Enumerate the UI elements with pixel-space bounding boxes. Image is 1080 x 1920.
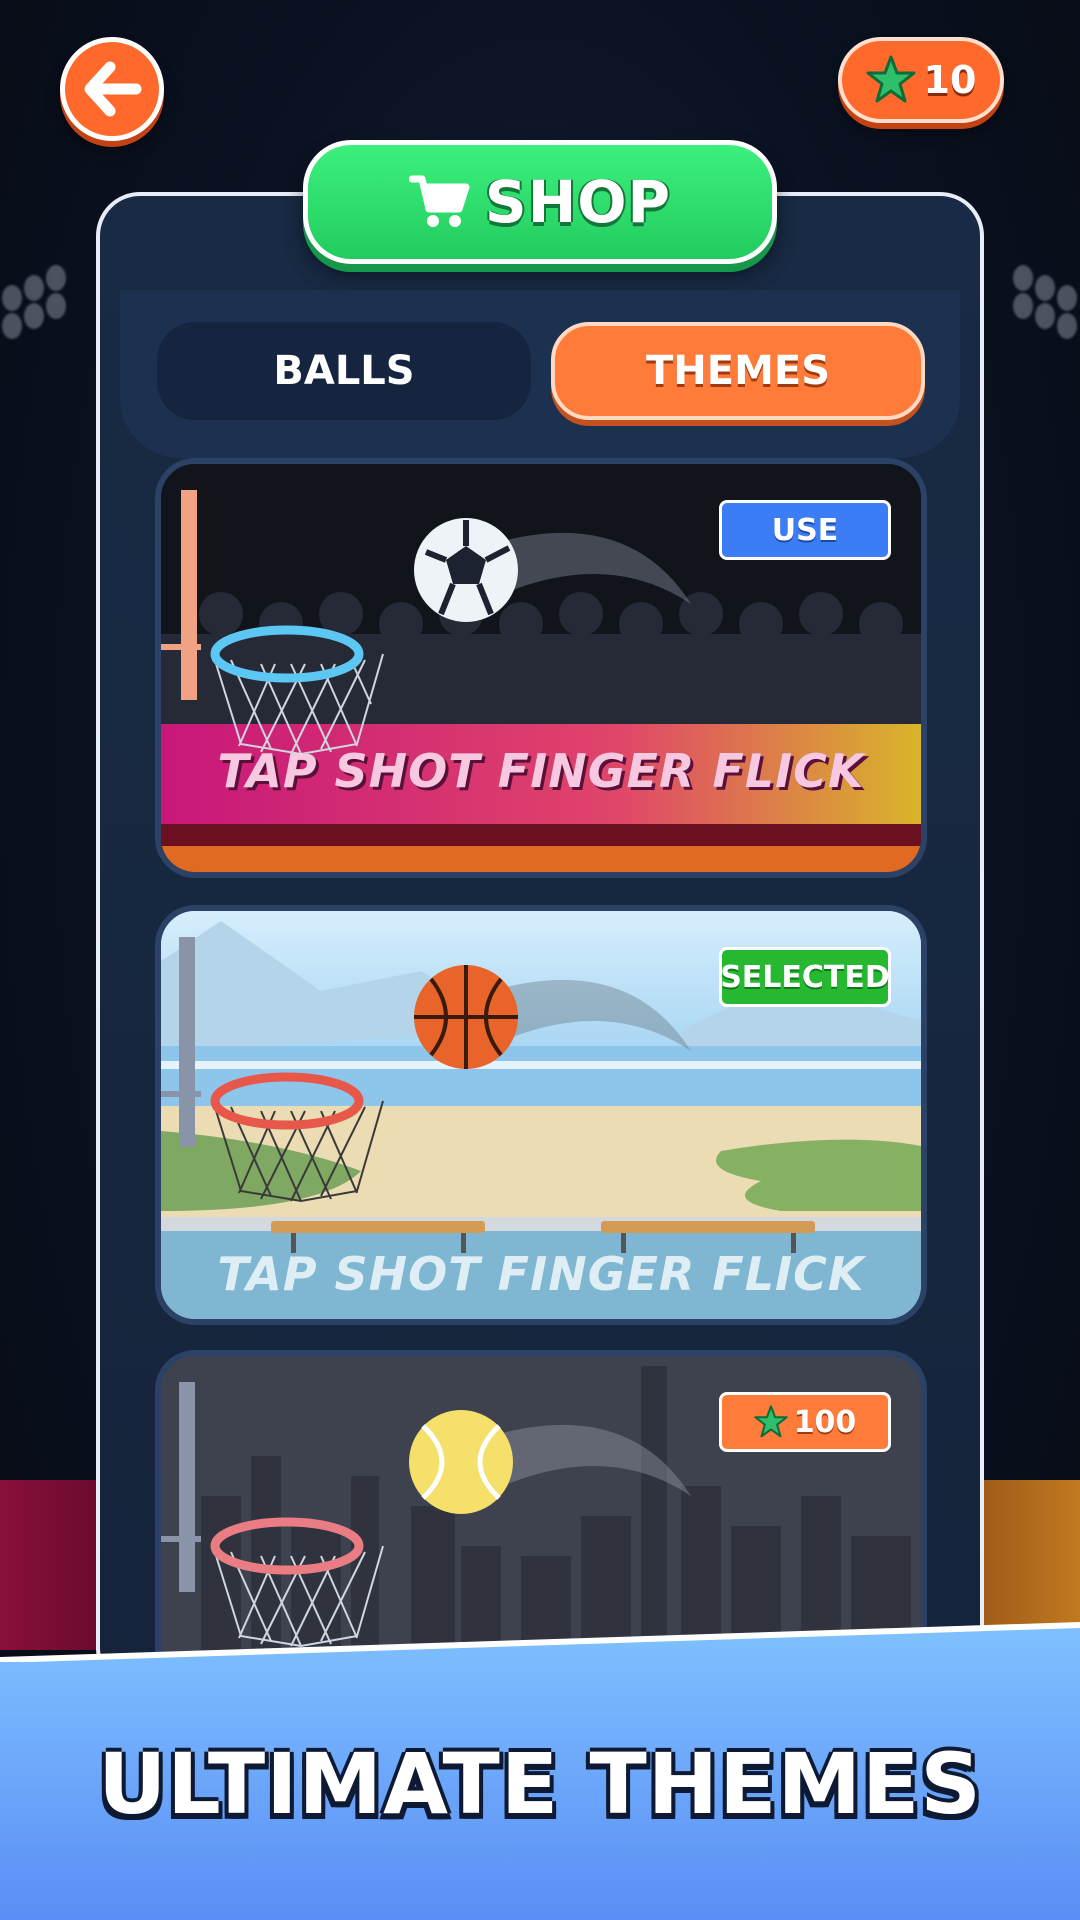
back-button[interactable]: [60, 37, 164, 141]
shop-title-banner: SHOP: [303, 140, 777, 264]
card-watermark: TAP SHOT FINGER FLICK: [217, 744, 865, 798]
shop-title: SHOP: [484, 168, 672, 236]
card-watermark: TAP SHOT FINGER FLICK: [217, 1247, 865, 1301]
star-icon: [866, 55, 916, 103]
theme-card-beach[interactable]: SELECTED TAP SHOT FINGER FLICK: [155, 905, 927, 1325]
tab-themes[interactable]: THEMES: [551, 322, 925, 420]
theme-card-arena[interactable]: USE TAP SHOT FINGER FLICK: [155, 458, 927, 878]
use-button[interactable]: USE: [719, 500, 891, 560]
promo-strip-edge: [0, 1622, 1080, 1663]
star-icon: [754, 1405, 788, 1438]
selected-badge: SELECTED: [719, 947, 891, 1007]
tab-balls[interactable]: BALLS: [157, 322, 531, 420]
cart-icon: [408, 175, 470, 227]
stadium-light-right: [1005, 265, 1080, 355]
promo-tagline: ULTIMATE THEMES: [98, 1735, 982, 1833]
price-value: 100: [793, 1404, 857, 1440]
star-balance: 10: [838, 37, 1004, 123]
stadium-light-left: [0, 265, 75, 355]
arrow-left-icon: [84, 61, 142, 117]
star-count: 10: [923, 58, 977, 102]
price-button[interactable]: 100: [719, 1392, 891, 1452]
